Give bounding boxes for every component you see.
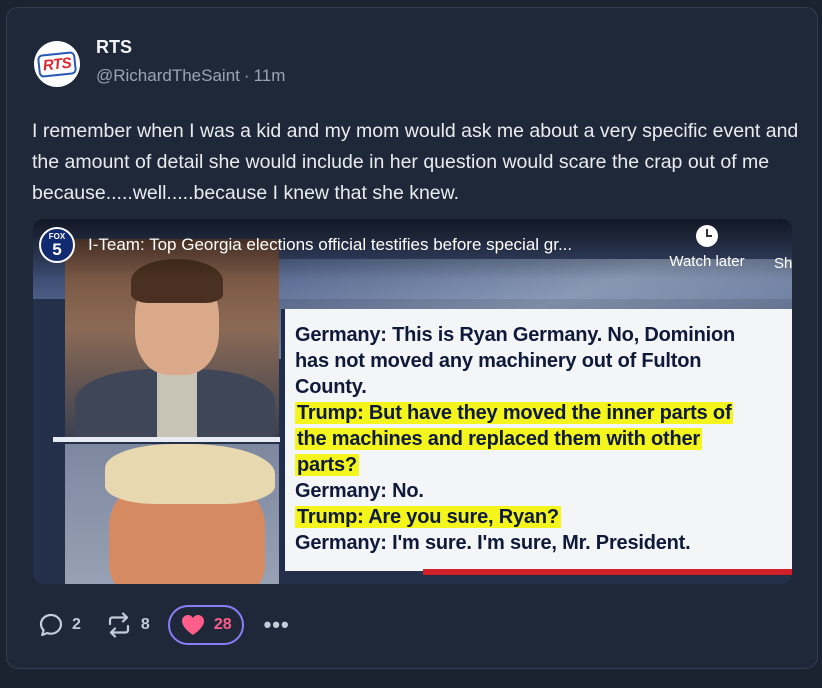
clock-icon: [696, 225, 718, 247]
highlight: Trump: Are you sure, Ryan?: [295, 506, 561, 528]
author-name[interactable]: RTS: [96, 37, 132, 58]
like-count: 28: [213, 616, 232, 633]
transcript-line-highlighted: parts?: [295, 453, 359, 479]
post-time[interactable]: 11m: [254, 66, 286, 86]
hair-shape: [105, 444, 275, 504]
transcript-line-highlighted: Trump: Are you sure, Ryan?: [295, 505, 561, 531]
post-text: I remember when I was a kid and my mom w…: [32, 120, 799, 204]
repost-button[interactable]: 8: [105, 612, 150, 638]
red-accent-bar: [423, 569, 792, 575]
watch-later-button[interactable]: Watch later: [667, 225, 747, 270]
share-label: Sh: [774, 255, 792, 272]
photo-trump: [65, 444, 279, 584]
highlight: parts?: [295, 454, 359, 476]
video-title[interactable]: I-Team: Top Georgia elections official t…: [88, 235, 656, 255]
highlight: the machines and replaced them with othe…: [295, 428, 703, 450]
transcript-line-highlighted: Trump: But have they moved the inner par…: [295, 401, 734, 427]
transcript-line: Germany: I'm sure. I'm sure, Mr. Preside…: [295, 532, 691, 554]
transcript-line: has not moved any machinery out of Fulto…: [295, 350, 702, 372]
logo-number-text: 5: [52, 239, 62, 259]
more-icon: •••: [263, 612, 290, 637]
like-button[interactable]: 28: [167, 605, 244, 645]
avatar[interactable]: RTS: [34, 41, 80, 87]
transcript-line-highlighted: the machines and replaced them with othe…: [295, 427, 703, 453]
video-embed[interactable]: Germany: This is Ryan Germany. No, Domin…: [33, 219, 792, 584]
transcript-line: Germany: This is Ryan Germany. No, Domin…: [295, 324, 736, 346]
highlight: Trump: But have they moved the inner par…: [295, 402, 734, 424]
transcript-line: Germany: No.: [295, 480, 424, 502]
author-meta: @RichardTheSaint · 11m: [96, 66, 285, 86]
repost-count: 8: [140, 616, 150, 633]
fox5-logo[interactable]: FOX 5: [39, 227, 75, 263]
author-handle[interactable]: @RichardTheSaint: [96, 66, 240, 86]
post-actions: 2 8 28 •••: [38, 602, 290, 648]
reply-button[interactable]: 2: [38, 612, 81, 638]
meta-separator: ·: [243, 66, 250, 85]
watch-later-label: Watch later: [669, 253, 745, 270]
avatar-logo-text: RTS: [36, 50, 78, 78]
photo-divider: [53, 437, 280, 442]
heart-icon: [181, 615, 204, 635]
more-options-button[interactable]: •••: [264, 612, 290, 638]
share-button[interactable]: Sh: [774, 255, 792, 272]
transcript-line: County.: [295, 376, 367, 398]
reply-count: 2: [72, 616, 81, 633]
repost-icon: [108, 612, 130, 638]
shirt-shape: [157, 367, 197, 437]
reply-icon: [39, 613, 63, 637]
